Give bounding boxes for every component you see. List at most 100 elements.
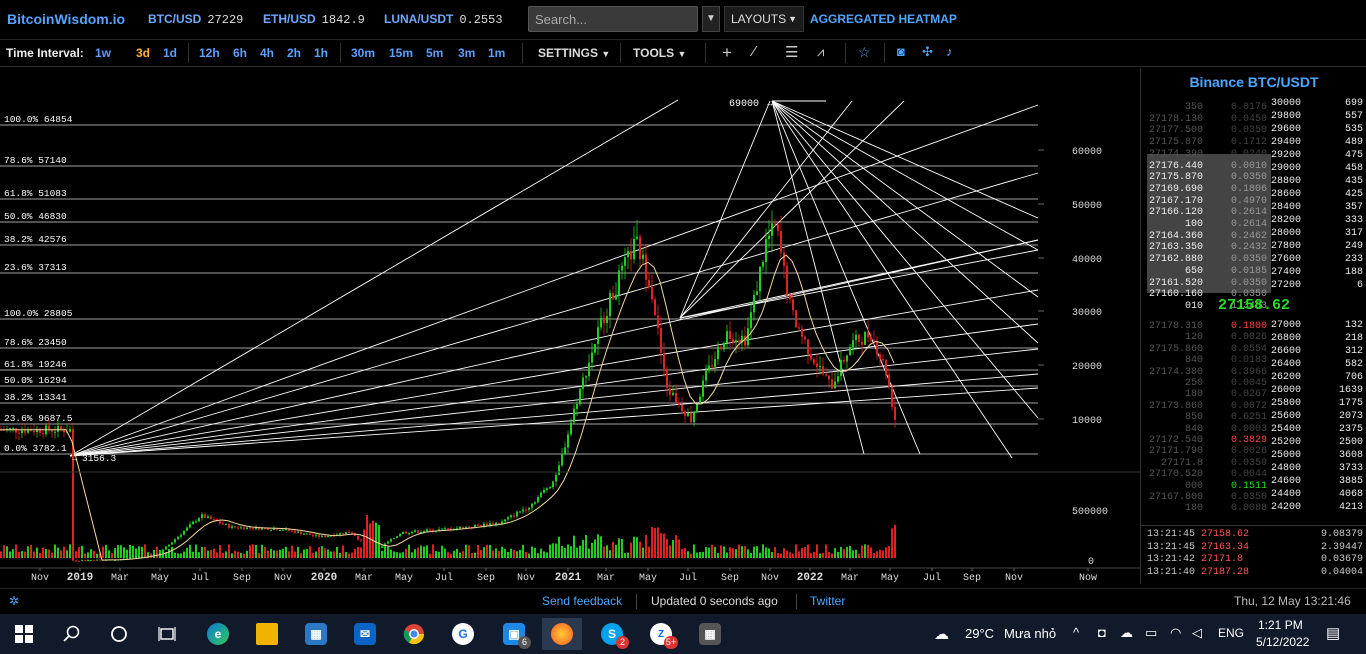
volume-bar — [558, 536, 560, 558]
candle-body — [402, 531, 404, 534]
start-button[interactable] — [4, 618, 44, 650]
volume-bar — [321, 546, 323, 558]
volume-bar — [345, 552, 347, 558]
volume-bar — [72, 549, 74, 558]
volume-bar — [636, 537, 638, 558]
interval-15m[interactable]: 15m — [389, 46, 413, 60]
candle-body — [696, 404, 698, 413]
candle-body — [567, 434, 569, 448]
tools-menu-button[interactable]: TOOLS ▼ — [633, 46, 686, 60]
clock-date[interactable]: 5/12/2022 — [1256, 635, 1309, 649]
camera-icon[interactable]: ◙ — [897, 44, 905, 59]
volume-bar — [774, 547, 776, 558]
brand-logo[interactable]: BitcoinWisdom.io — [7, 11, 125, 27]
clock-time[interactable]: 1:21 PM — [1258, 618, 1303, 632]
order-book-title[interactable]: Binance BTC/USDT — [1141, 74, 1366, 90]
tray-device-icon[interactable]: ◘ — [1098, 625, 1106, 640]
chart-canvas[interactable]: 100.0% 64854 78.6% 57140 61.8% 51083 50.0% … — [0, 68, 1140, 584]
volume-bar — [846, 546, 848, 558]
price-chart[interactable]: 100.0% 64854 78.6% 57140 61.8% 51083 50.0% … — [0, 68, 1140, 584]
layouts-button[interactable]: LAYOUTS ▼ — [724, 6, 804, 32]
horizontal-lines-icon[interactable]: ☰ — [785, 43, 798, 61]
volume-bar — [609, 550, 611, 558]
fib-level-label: 100.0% 28805 — [4, 308, 73, 319]
ticker-luna[interactable]: LUNA/USDT 0.2553 — [384, 12, 503, 27]
search-dropdown-button[interactable]: ▼ — [702, 6, 720, 32]
candle-body — [447, 528, 449, 530]
skype-app[interactable]: S2 — [592, 618, 632, 650]
depth-qty: 4068 — [1338, 489, 1363, 500]
interval-1m[interactable]: 1m — [488, 46, 505, 60]
depth-qty: 3885 — [1338, 476, 1363, 487]
x-tick-label: May — [639, 573, 657, 584]
search-input[interactable] — [528, 6, 698, 32]
wifi-icon[interactable]: ◠ — [1170, 625, 1181, 641]
interval-5m[interactable]: 5m — [426, 46, 443, 60]
interval-12h[interactable]: 12h — [199, 46, 220, 60]
fib-level-label: 50.0% 46830 — [4, 211, 67, 222]
fullscreen-icon[interactable]: ✣ — [922, 44, 933, 60]
candle-body — [714, 359, 716, 367]
caret-down-icon: ▼ — [601, 49, 611, 59]
remote-app[interactable]: ▣ 6 — [494, 618, 534, 650]
depth-qty: 233 — [1344, 254, 1363, 265]
interval-3m[interactable]: 3m — [458, 46, 475, 60]
depth-price: 27000 — [1271, 320, 1302, 331]
interval-1d[interactable]: 1d — [163, 46, 177, 60]
aggregated-heatmap-link[interactable]: AGGREGATED HEATMAP — [810, 12, 957, 26]
interval-1h[interactable]: 1h — [314, 46, 328, 60]
volume-bar — [690, 553, 692, 558]
volume-bar — [54, 544, 56, 558]
ticker-eth[interactable]: ETH/USD 1842.9 — [263, 12, 365, 27]
x-tick-label: Nov — [274, 573, 292, 584]
volume-bar — [621, 538, 623, 558]
interval-2h[interactable]: 2h — [287, 46, 301, 60]
send-feedback-link[interactable]: Send feedback — [542, 594, 622, 608]
ticker-btc[interactable]: BTC/USD 27229 — [148, 12, 243, 27]
candle-body — [675, 392, 677, 403]
volume-icon[interactable]: ◁ — [1192, 625, 1202, 641]
volume-bar — [657, 527, 659, 558]
settings-menu-button[interactable]: SETTINGS ▼ — [538, 46, 610, 60]
candle-body — [474, 524, 476, 528]
volume-bar — [228, 544, 230, 558]
crosshair-icon[interactable]: + — [722, 43, 732, 63]
interval-1w[interactable]: 1w — [95, 46, 111, 60]
edge-app[interactable]: e — [198, 618, 238, 650]
candle-body — [819, 366, 821, 368]
chrome-app[interactable] — [394, 618, 434, 650]
x-tick-label: Mar — [597, 573, 615, 584]
notifications-icon[interactable]: ▤ — [1326, 624, 1340, 642]
chevron-up-icon[interactable]: ^ — [1073, 625, 1079, 640]
search-taskbar-button[interactable] — [52, 618, 92, 650]
weather-description[interactable]: Mưa nhỏ — [1004, 626, 1056, 641]
volume-bar — [318, 547, 320, 558]
twitter-link[interactable]: Twitter — [810, 594, 845, 608]
mail-app[interactable]: ✉ — [345, 618, 385, 650]
interval-4h[interactable]: 4h — [260, 46, 274, 60]
interval-30m[interactable]: 30m — [351, 46, 375, 60]
interval-3d[interactable]: 3d — [136, 46, 150, 60]
fan-lines-icon[interactable]: ⩘ — [817, 44, 824, 60]
app-g-taskbar[interactable]: G — [443, 618, 483, 650]
depth-qty: 557 — [1344, 111, 1363, 122]
depth-price: 29400 — [1271, 137, 1302, 148]
zalo-app[interactable]: Z 5+ — [641, 618, 681, 650]
language-indicator[interactable]: ENG — [1218, 626, 1244, 640]
star-icon[interactable]: ☆ — [858, 44, 871, 61]
onedrive-cloud-icon[interactable]: ☁ — [1120, 625, 1133, 641]
calculator-app[interactable]: ▦ — [690, 618, 730, 650]
task-view-button[interactable] — [147, 618, 187, 650]
file-explorer-app[interactable] — [247, 618, 287, 650]
candle-body — [528, 507, 530, 510]
firefox-app[interactable] — [542, 618, 582, 650]
weather-temperature[interactable]: 29°C — [965, 626, 994, 641]
cortana-button[interactable] — [99, 618, 139, 650]
battery-icon[interactable]: ▭ — [1145, 625, 1157, 641]
trendline-icon[interactable]: ⁄ — [753, 43, 756, 60]
store-app[interactable]: ▦ — [296, 618, 336, 650]
interval-6h[interactable]: 6h — [233, 46, 247, 60]
bell-icon[interactable]: ♪ — [946, 44, 953, 59]
candle-body — [828, 375, 830, 380]
settings-gear-icon[interactable]: ✲ — [9, 594, 19, 608]
